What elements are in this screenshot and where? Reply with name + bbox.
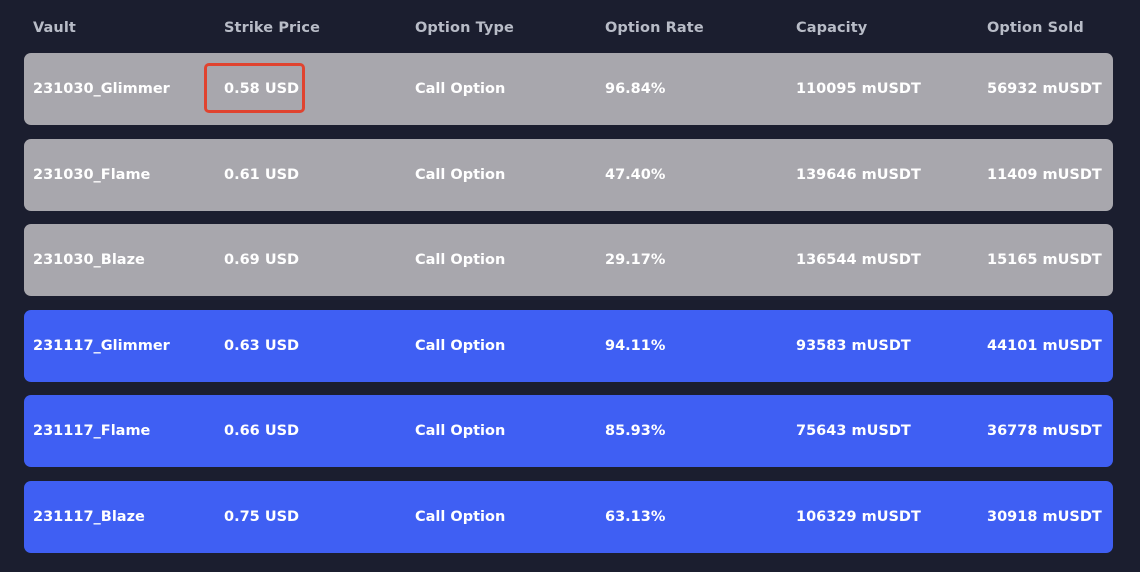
strike-price-cell: 0.63 USD [224, 337, 300, 354]
header-vault: Vault [33, 20, 76, 36]
option-sold-cell: 11409 mUSDT [987, 166, 1102, 183]
option-rate-cell: 29.17% [605, 252, 666, 269]
header-option-rate: Option Rate [605, 20, 704, 36]
capacity-cell: 106329 mUSDT [796, 508, 921, 525]
option-type-cell: Call Option [415, 166, 506, 183]
vault-table: 231030_Glimmer 0.58 USD Call Option 96.8… [24, 53, 1113, 567]
capacity-cell: 110095 mUSDT [796, 81, 921, 97]
table-row[interactable]: 231117_Glimmer 0.63 USD Call Option 94.1… [24, 309, 1113, 382]
capacity-cell: 75643 mUSDT [796, 423, 911, 440]
table-header: Vault Strike Price Option Type Option Ra… [33, 17, 1113, 39]
header-strike-price: Strike Price [224, 20, 321, 36]
vault-cell: 231030_Glimmer [33, 81, 170, 97]
table-row[interactable]: 231030_Flame 0.61 USD Call Option 47.40%… [24, 138, 1113, 211]
table-row[interactable]: 231030_Glimmer 0.58 USD Call Option 96.8… [24, 53, 1113, 125]
option-type-cell: Call Option [415, 337, 506, 354]
option-rate-cell: 96.84% [605, 81, 666, 97]
option-rate-cell: 47.40% [605, 166, 666, 183]
capacity-cell: 139646 mUSDT [796, 166, 921, 183]
table-row[interactable]: 231030_Blaze 0.69 USD Call Option 29.17%… [24, 224, 1113, 297]
table-row[interactable]: 231117_Blaze 0.75 USD Call Option 63.13%… [24, 480, 1113, 553]
vault-cell: 231117_Glimmer [33, 337, 170, 354]
option-rate-cell: 85.93% [605, 423, 666, 440]
option-sold-cell: 15165 mUSDT [987, 252, 1102, 269]
vault-cell: 231030_Flame [33, 166, 151, 183]
option-sold-cell: 56932 mUSDT [987, 81, 1102, 97]
capacity-cell: 136544 mUSDT [796, 252, 921, 269]
strike-price-cell: 0.66 USD [224, 423, 300, 440]
option-sold-cell: 30918 mUSDT [987, 508, 1102, 525]
header-option-sold: Option Sold [987, 20, 1084, 36]
vault-cell: 231117_Flame [33, 423, 151, 440]
strike-price-cell: 0.69 USD [224, 252, 300, 269]
vault-cell: 231030_Blaze [33, 252, 145, 269]
option-type-cell: Call Option [415, 423, 506, 440]
option-type-cell: Call Option [415, 508, 506, 525]
option-type-cell: Call Option [415, 252, 506, 269]
table-row[interactable]: 231117_Flame 0.66 USD Call Option 85.93%… [24, 395, 1113, 468]
header-option-type: Option Type [415, 20, 514, 36]
strike-price-cell: 0.61 USD [224, 166, 300, 183]
option-type-cell: Call Option [415, 81, 506, 97]
capacity-cell: 93583 mUSDT [796, 337, 911, 354]
strike-price-cell: 0.58 USD [224, 81, 300, 97]
vault-cell: 231117_Blaze [33, 508, 145, 525]
header-capacity: Capacity [796, 20, 868, 36]
option-sold-cell: 36778 mUSDT [987, 423, 1102, 440]
option-rate-cell: 94.11% [605, 337, 666, 354]
option-rate-cell: 63.13% [605, 508, 666, 525]
option-sold-cell: 44101 mUSDT [987, 337, 1102, 354]
strike-price-cell: 0.75 USD [224, 508, 300, 525]
